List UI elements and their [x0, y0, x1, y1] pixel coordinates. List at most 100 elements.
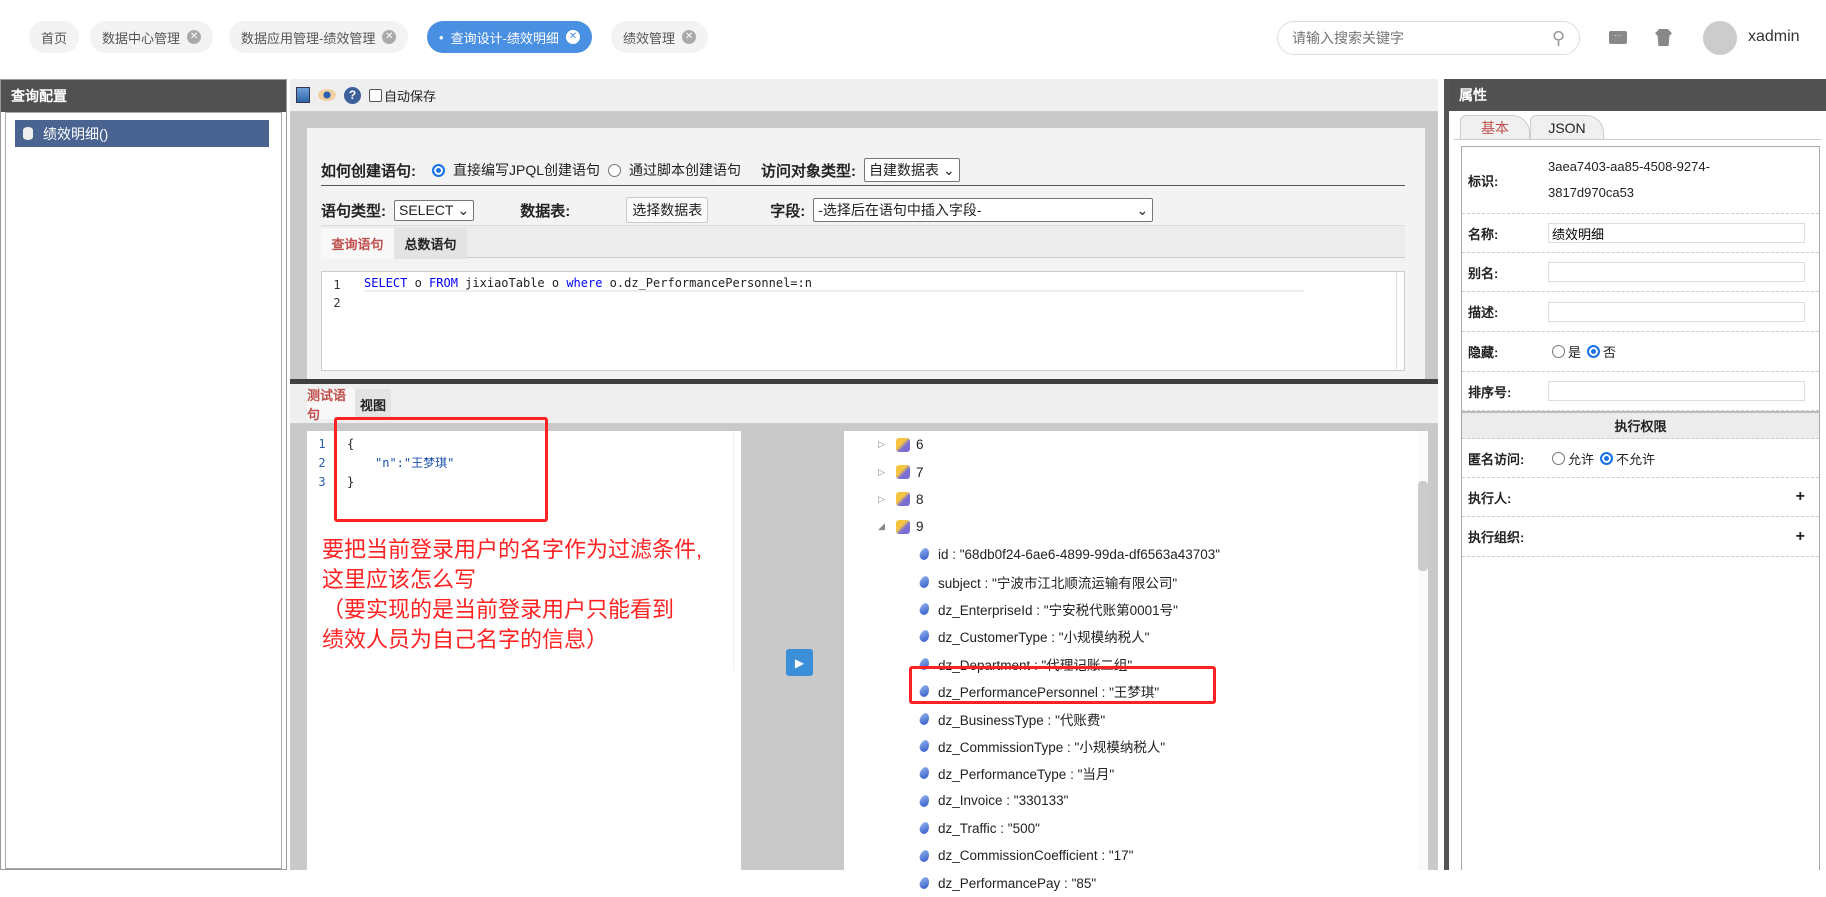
avatar[interactable]	[1703, 21, 1737, 55]
tree-item-label: 绩效明细()	[43, 125, 109, 142]
keyword: FROM	[429, 276, 458, 290]
chevron-down-icon: ⌄	[457, 201, 470, 218]
close-icon[interactable]: ✕	[382, 30, 397, 44]
query-editor[interactable]: 12 SELECT o FROM jixiaoTable o where o.d…	[321, 271, 1405, 371]
search-input[interactable]	[1292, 30, 1522, 46]
tab-test-statement[interactable]: 测试语句	[307, 388, 355, 422]
allow-radio[interactable]	[1552, 451, 1565, 465]
username[interactable]: xadmin	[1748, 28, 1800, 46]
tab-performance[interactable]: 绩效管理 ✕	[611, 21, 709, 53]
tree-field-label: dz_EnterpriseId : "宁安税代账第0001号"	[938, 603, 1178, 619]
code-text: jixiaoTable o	[457, 276, 567, 290]
tree-node[interactable]: ▷ 7	[844, 458, 1418, 485]
autosave-checkbox[interactable]	[369, 88, 382, 102]
collapsed-icon[interactable]: ▷	[878, 467, 888, 478]
tab-count-statement[interactable]: 总数语句	[394, 228, 467, 259]
add-executor-plus-icon[interactable]: +	[1796, 488, 1805, 506]
select-table-button[interactable]: 选择数据表	[626, 197, 709, 223]
tab-query-design[interactable]: • 查询设计-绩效明细 ✕	[427, 21, 592, 53]
id-value-part: 3817d970ca53	[1548, 185, 1635, 200]
tab-json[interactable]: JSON	[1530, 115, 1604, 140]
tree-field-label: dz_CommissionType : "小规模纳税人"	[938, 740, 1166, 756]
tab-basic[interactable]: 基本	[1460, 115, 1530, 140]
table-label: 数据表:	[520, 202, 571, 220]
tree-node[interactable]: ◢ 9	[844, 513, 1418, 540]
alias-input[interactable]	[1548, 262, 1805, 282]
collapsed-icon[interactable]: ▷	[878, 494, 888, 505]
run-test-button[interactable]: ▶	[786, 649, 813, 676]
executor-label: 执行人:	[1468, 490, 1512, 506]
tab-label: 查询设计-绩效明细	[450, 30, 559, 46]
save-icon[interactable]	[296, 87, 310, 103]
tree-node-label: 8	[916, 491, 924, 507]
hidden-label: 隐藏:	[1468, 345, 1499, 360]
property-icon	[918, 711, 931, 726]
deny-radio[interactable]	[1600, 451, 1614, 465]
tree-field-label: dz_PerformanceType : "当月"	[938, 767, 1115, 783]
statement-type-select[interactable]: SELECT ⌄	[394, 199, 475, 221]
tree-field[interactable]: dz_CommissionType : "小规模纳税人"	[844, 732, 1418, 759]
tree-field-label: dz_BusinessType : "代账费"	[938, 712, 1106, 728]
tab-home[interactable]: 首页	[29, 21, 80, 53]
radio-script[interactable]	[608, 163, 622, 177]
tree-field-label: dz_Invoice : "330133"	[938, 793, 1069, 809]
tree-field[interactable]: dz_EnterpriseId : "宁安税代账第0001号"	[844, 595, 1418, 622]
message-icon[interactable]: ···	[1609, 31, 1627, 44]
annotation-text: 要把当前登录用户的名字作为过滤条件, 这里应该怎么写 （要实现的是当前登录用户只…	[322, 535, 702, 655]
tree-field[interactable]: dz_Invoice : "330133"	[844, 787, 1418, 814]
order-input[interactable]	[1548, 381, 1805, 401]
radio-jpql-label: 直接编写JPQL创建语句	[453, 162, 601, 178]
close-icon[interactable]: ✕	[187, 30, 202, 44]
tree-field[interactable]: dz_PerformanceType : "当月"	[844, 760, 1418, 787]
search-icon[interactable]: ⚲	[1552, 28, 1565, 49]
tree-field[interactable]: id : "68db0f24-6ae6-4899-99da-df6563a437…	[844, 541, 1418, 568]
tree-field[interactable]: dz_PerformancePay : "85"	[844, 869, 1418, 896]
tree-field-label: dz_PerformancePay : "85"	[938, 875, 1097, 891]
tree-scrollbar[interactable]	[1418, 431, 1428, 870]
expanded-icon[interactable]: ◢	[878, 521, 888, 532]
tab-label: 首页	[41, 30, 68, 46]
hidden-yes-radio[interactable]	[1552, 345, 1565, 358]
keyword: where	[566, 276, 603, 290]
tree-field[interactable]: dz_CommissionCoefficient : "17"	[844, 842, 1418, 869]
left-panel: 查询配置 绩效明细()	[0, 79, 287, 870]
order-label: 排序号:	[1468, 384, 1512, 400]
object-icon	[896, 519, 910, 534]
tree-node[interactable]: ▷ 6	[844, 431, 1418, 458]
close-icon[interactable]: ✕	[565, 30, 580, 44]
select-value: 自建数据表	[869, 162, 940, 178]
add-org-plus-icon[interactable]: +	[1796, 528, 1805, 546]
description-label: 描述:	[1468, 305, 1499, 320]
tree-field-label: dz_Traffic : "500"	[938, 820, 1040, 836]
code-line: SELECT o FROM jixiaoTable o where o.dz_P…	[364, 276, 1304, 292]
description-input[interactable]	[1548, 301, 1805, 322]
tab-query-statement[interactable]: 查询语句	[321, 228, 394, 259]
tree-item-query[interactable]: 绩效明细()	[15, 120, 269, 147]
radio-jpql[interactable]	[432, 163, 445, 177]
tree-node[interactable]: ▷ 8	[844, 486, 1418, 513]
close-icon[interactable]: ✕	[682, 30, 697, 44]
properties-panel: 属性 基本 JSON 标识: 3aea7403-aa85-4508-9274- 38…	[1444, 79, 1826, 870]
annotation-line: 绩效人员为自己名字的信息）	[322, 627, 609, 652]
name-input[interactable]	[1548, 223, 1805, 243]
tree-field[interactable]: dz_CustomerType : "小规模纳税人"	[844, 623, 1418, 650]
search-box[interactable]: ⚲	[1277, 21, 1580, 55]
help-icon[interactable]: ?	[344, 86, 361, 104]
tree-field[interactable]: dz_Traffic : "500"	[844, 815, 1418, 842]
preview-eye-icon[interactable]	[318, 89, 336, 101]
tree-field[interactable]: dz_BusinessType : "代账费"	[844, 705, 1418, 732]
deny-label: 不允许	[1616, 451, 1656, 467]
id-label: 标识:	[1468, 173, 1499, 189]
object-type-select[interactable]: 自建数据表 ⌄	[864, 158, 960, 182]
name-label: 名称:	[1468, 226, 1499, 242]
field-select[interactable]: -选择后在语句中插入字段- ⌄	[813, 198, 1154, 222]
tab-data-app[interactable]: 数据应用管理-绩效管理 ✕	[229, 21, 409, 53]
tab-data-center[interactable]: 数据中心管理 ✕	[90, 21, 214, 53]
skin-icon[interactable]	[1655, 29, 1672, 46]
scrollbar[interactable]	[1396, 272, 1404, 370]
tab-view[interactable]: 视图	[355, 389, 391, 419]
scrollbar[interactable]	[733, 431, 741, 671]
collapsed-icon[interactable]: ▷	[878, 439, 888, 450]
hidden-no-radio[interactable]	[1587, 345, 1601, 358]
tree-field[interactable]: subject : "宁波市江北顺流运输有限公司"	[844, 568, 1418, 595]
